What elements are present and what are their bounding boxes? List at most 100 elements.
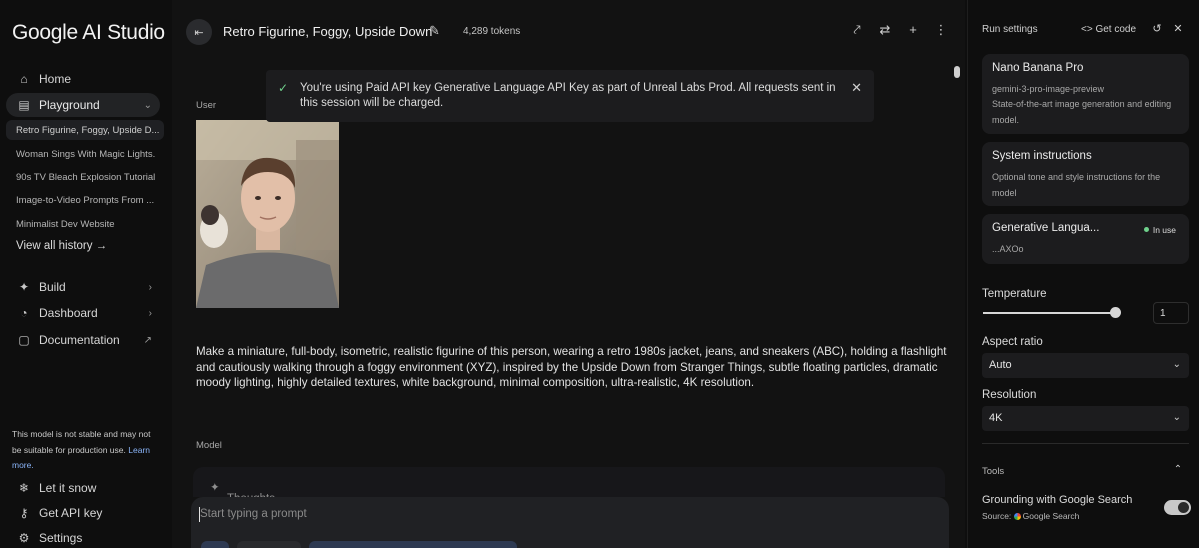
build-icon: ✦ [18, 280, 30, 294]
sidebar-item-build[interactable]: ✦ Build › [6, 275, 160, 299]
footer-item-label: Settings [39, 531, 83, 545]
chevron-right-icon: › [148, 281, 152, 293]
source-prefix: Source: [982, 511, 1012, 521]
model-name: Nano Banana Pro [992, 62, 1084, 74]
sidebar-item-home[interactable]: ⌂ Home [6, 67, 160, 91]
get-code-button[interactable]: <> Get code [1081, 24, 1136, 35]
paid-key-notice: ✓ You're using Paid API key Generative L… [266, 70, 874, 122]
prompt-input[interactable]: Start typing a prompt [191, 497, 949, 548]
edit-title-icon[interactable]: ✎ [429, 23, 440, 39]
collapse-sidebar-button[interactable]: ⇤ [186, 19, 212, 45]
divider [982, 443, 1189, 444]
key-icon: ⚷ [19, 506, 29, 520]
sidebar-item-playground[interactable]: ▤ Playground ⌄ [6, 93, 160, 117]
model-stability-warning: This model is not stable and may not be … [12, 427, 152, 474]
sidebar-item-dashboard[interactable]: ◔ Dashboard › [6, 301, 160, 325]
sidebar-item-label: Documentation [39, 333, 120, 347]
compare-icon[interactable]: ⇄ [877, 22, 893, 38]
documentation-icon: ▢ [18, 333, 30, 347]
chevron-down-icon: ⌄ [1172, 359, 1181, 370]
snowflake-icon: ❄ [18, 481, 30, 495]
playground-icon: ▤ [18, 98, 30, 112]
tools-label: Tools [982, 466, 1005, 477]
user-uploaded-image[interactable] [196, 120, 339, 308]
google-g-icon [1013, 513, 1021, 520]
check-icon: ✓ [278, 81, 289, 95]
prompt-placeholder: Start typing a prompt [200, 508, 307, 520]
dashboard-icon: ◔ [20, 306, 28, 320]
chevron-up-icon[interactable]: ⌃ [1170, 464, 1186, 475]
external-link-icon: ↗ [143, 334, 152, 346]
sidebar-item-label: Home [39, 72, 72, 86]
grounding-toggle[interactable] [1164, 500, 1191, 515]
api-key-card[interactable]: Generative Langua... In use ...AXOo [982, 214, 1189, 264]
run-settings-title: Run settings [982, 24, 1038, 35]
app-logo[interactable]: Google AI Studio [12, 21, 165, 45]
model-selector-card[interactable]: Nano Banana Pro gemini-3-pro-image-previ… [982, 54, 1189, 134]
temperature-label: Temperature [982, 288, 1047, 300]
close-icon[interactable]: ✕ [851, 80, 862, 96]
share-icon[interactable]: ⤤ [849, 22, 865, 38]
home-icon: ⌂ [20, 72, 28, 86]
sidebar-item-label: Playground [39, 98, 100, 112]
aspect-ratio-label: Aspect ratio [982, 336, 1043, 348]
thoughts-panel[interactable]: ✦ Thoughts [193, 467, 945, 505]
aspect-ratio-value: Auto [989, 359, 1012, 371]
view-all-history-link[interactable]: View all history → [16, 240, 107, 252]
api-key-suffix: ...AXOo [992, 244, 1024, 254]
close-panel-icon[interactable]: ✕ [1170, 22, 1186, 35]
grounding-source: Source: Google Search [982, 511, 1079, 521]
system-instructions-card[interactable]: System instructions Optional tone and st… [982, 142, 1189, 206]
temperature-slider[interactable] [983, 312, 1115, 314]
more-options-icon[interactable]: ⋮ [933, 22, 949, 38]
chevron-right-icon: › [148, 307, 152, 319]
user-prompt-text: Make a miniature, full-body, isometric, … [196, 345, 947, 389]
footer-item-label: Get API key [39, 506, 103, 520]
aspect-ratio-select[interactable]: Auto ⌄ [982, 353, 1189, 378]
system-instructions-description: Optional tone and style instructions for… [992, 172, 1161, 198]
model-description: State-of-the-art image generation and ed… [992, 99, 1172, 125]
api-key-name: Generative Langua... [992, 222, 1100, 234]
tool-chip[interactable] [237, 541, 301, 548]
chevron-down-icon[interactable]: ⌄ [144, 100, 152, 111]
resolution-label: Resolution [982, 389, 1037, 401]
notice-message: You're using Paid API key Generative Lan… [300, 82, 836, 109]
sidebar-item-label: Build [39, 280, 66, 294]
resolution-value: 4K [989, 412, 1003, 424]
settings-button[interactable]: ⚙ Settings [6, 526, 160, 548]
sidebar-item-label: Dashboard [39, 306, 98, 320]
in-use-badge: In use [1144, 225, 1176, 235]
get-api-key-button[interactable]: ⚷ Get API key [6, 501, 160, 525]
portrait-photo [196, 120, 339, 308]
get-code-label: Get code [1095, 24, 1137, 35]
add-media-button[interactable] [201, 541, 229, 548]
footer-item-label: Let it snow [39, 481, 97, 495]
thoughts-label: ✦ Thoughts [210, 480, 275, 505]
gear-icon: ⚙ [18, 531, 30, 545]
user-role-label: User [196, 100, 217, 111]
page-title: Retro Figurine, Foggy, Upside Down [223, 24, 433, 39]
new-chat-icon[interactable]: + [905, 22, 921, 37]
history-item[interactable]: Retro Figurine, Foggy, Upside D... [6, 120, 164, 140]
history-item[interactable]: 90s TV Bleach Explosion Tutorial [6, 167, 164, 187]
history-item[interactable]: Woman Sings With Magic Lights. [6, 144, 164, 164]
system-instructions-title: System instructions [992, 150, 1092, 162]
source-name: Google Search [1022, 511, 1080, 521]
temperature-input[interactable]: 1 [1153, 302, 1189, 324]
let-it-snow-button[interactable]: ❄ Let it snow [6, 476, 160, 500]
code-icon: <> [1081, 24, 1093, 35]
grounding-label: Grounding with Google Search [982, 494, 1133, 506]
model-id: gemini-3-pro-image-preview [992, 84, 1105, 94]
chevron-down-icon: ⌄ [1172, 412, 1181, 423]
reset-icon[interactable]: ↺ [1149, 22, 1165, 35]
history-item[interactable]: Image-to-Video Prompts From ... [6, 190, 164, 210]
model-role-label: Model [196, 440, 222, 451]
resolution-select[interactable]: 4K ⌄ [982, 406, 1189, 431]
suggestion-chip[interactable] [309, 541, 517, 548]
temperature-slider-handle[interactable] [1110, 307, 1121, 318]
sidebar-item-documentation[interactable]: ▢ Documentation ↗ [6, 328, 160, 352]
collapse-icon: ⇤ [194, 26, 204, 39]
token-count: 4,289 tokens [463, 26, 521, 37]
history-item[interactable]: Minimalist Dev Website [6, 214, 164, 234]
chat-scrollbar[interactable] [954, 66, 960, 78]
